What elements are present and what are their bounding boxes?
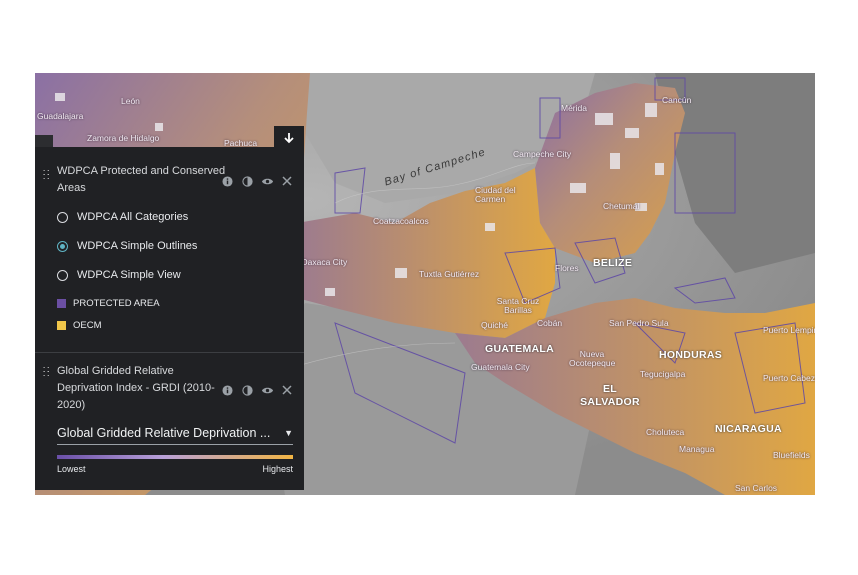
legend-swatch [57, 299, 66, 308]
legend-item-oecm: OECM [57, 320, 102, 331]
legend-label: PROTECTED AREA [73, 298, 160, 309]
legend-label: OECM [73, 320, 102, 331]
map-place-label: Cobán [537, 318, 563, 328]
map-country-label: EL SALVADOR [580, 383, 640, 408]
map-place-label: Mérida [561, 103, 587, 113]
close-icon[interactable] [280, 174, 294, 188]
map-place-label: Guatemala City [471, 362, 530, 372]
layer-title: WDPCA Protected and Conserved Areas [57, 165, 226, 194]
radio-wdpca-all[interactable]: WDPCA All Categories [57, 211, 188, 223]
map-place-label: Flores [555, 263, 579, 273]
map-place-label: Guadalajara [37, 111, 84, 121]
radio-button[interactable] [57, 240, 68, 252]
select-value: Global Gridded Relative Deprivation ... [57, 426, 271, 440]
map-place-label: Tuxtla Gutiérrez [419, 269, 480, 279]
map-place-label: San Carlos [735, 483, 778, 493]
map-country-label: HONDURAS [659, 349, 723, 361]
opacity-icon[interactable] [240, 383, 254, 397]
layers-panel: ∷ ∷ WDPCA Protected and Conserved Areas W… [35, 147, 304, 490]
arrow-down-icon [284, 133, 294, 144]
map-place-label: Zamora de Hidalgo [87, 133, 160, 143]
radio-label: WDPCA Simple Outlines [77, 240, 198, 252]
radio-wdpca-simple-view[interactable]: WDPCA Simple View [57, 269, 181, 281]
map-place-label: Ciudad del Carmen [475, 185, 516, 204]
drag-handle-icon[interactable]: ∷ ∷ [43, 366, 51, 380]
map-country-label: GUATEMALA [485, 343, 554, 355]
map-country-label: BELIZE [593, 257, 633, 269]
legend-swatch [57, 321, 66, 330]
map-place-label: Cancún [662, 95, 692, 105]
caret-down-icon: ▼ [284, 428, 293, 438]
visibility-icon[interactable] [260, 174, 274, 188]
grdi-layer-select[interactable]: Global Gridded Relative Deprivation ... … [57, 422, 293, 445]
map-country-label: NICARAGUA [715, 423, 782, 435]
map-place-label: Oaxaca City [301, 257, 348, 267]
map-place-label: Quiché [481, 320, 508, 330]
close-icon[interactable] [280, 383, 294, 397]
gradient-high-label: Highest [262, 464, 293, 474]
info-icon[interactable] [220, 383, 234, 397]
map-place-label: Choluteca [646, 427, 685, 437]
layer-title: Global Gridded Relative Deprivation Inde… [57, 365, 215, 411]
map-place-label: Tegucigalpa [640, 369, 686, 379]
map-place-label: León [121, 96, 140, 106]
map-place-label: Bluefields [773, 450, 810, 460]
legend-gradient-bar [57, 455, 293, 459]
gradient-low-label: Lowest [57, 464, 86, 474]
radio-wdpca-simple-outlines[interactable]: WDPCA Simple Outlines [57, 240, 197, 252]
map-place-label: Chetumal [603, 201, 640, 211]
legend-item-protected-area: PROTECTED AREA [57, 298, 160, 309]
map-place-label: Managua [679, 444, 715, 454]
radio-button[interactable] [57, 269, 68, 281]
map-place-label: Coatzacoalcos [373, 216, 429, 226]
radio-label: WDPCA Simple View [77, 269, 181, 281]
layer-tools [220, 383, 294, 397]
layer-divider [35, 352, 304, 353]
map-place-label: Santa Cruz Barillas [496, 296, 540, 315]
map-place-label: Puerto Cabezas [763, 373, 815, 383]
visibility-icon[interactable] [260, 383, 274, 397]
drag-handle-icon[interactable]: ∷ ∷ [43, 169, 51, 183]
map-place-label: Campeche City [513, 149, 572, 159]
info-icon[interactable] [220, 174, 234, 188]
map-place-label: Puerto Lempira [763, 325, 815, 335]
radio-label: WDPCA All Categories [77, 211, 189, 223]
map-place-label: San Pedro Sula [609, 318, 669, 328]
map-place-label: Nueva Ocotepeque [569, 349, 616, 368]
radio-button[interactable] [57, 211, 68, 223]
layer-tools [220, 174, 294, 188]
opacity-icon[interactable] [240, 174, 254, 188]
